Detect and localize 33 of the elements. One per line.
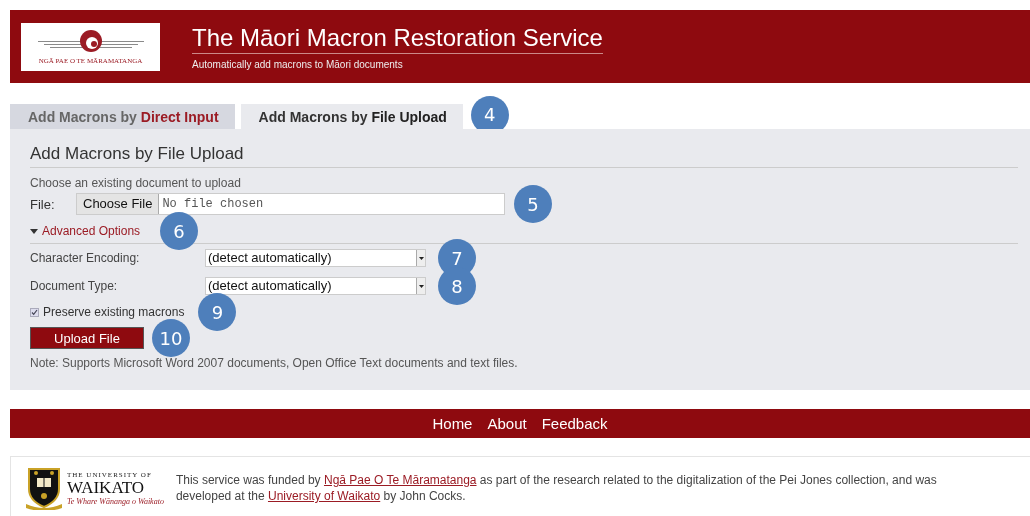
advanced-options-toggle[interactable]: Advanced Options: [30, 224, 141, 238]
dropdown-arrow-icon: [418, 284, 424, 288]
site-subtitle: Automatically add macrons to Māori documents: [192, 58, 404, 70]
callout-badge: 5: [514, 185, 552, 223]
callout-badge: 6: [160, 212, 199, 250]
upload-button[interactable]: Upload File: [30, 327, 144, 349]
dropdown[interactable]: (detect automatically): [205, 249, 426, 267]
select-label: Document Type:: [30, 279, 119, 293]
logo-text: WAIKATO: [67, 478, 146, 497]
link[interactable]: Ngā Pae O Te Māramatanga: [323, 473, 477, 487]
logo-icon: [35, 28, 146, 55]
crest-icon: [25, 466, 63, 510]
form-hint: Choose an existing document to upload: [30, 176, 242, 190]
callout-badge: 10: [152, 319, 190, 357]
dropdown[interactable]: (detect automatically): [205, 277, 426, 295]
callout-badge: 9: [198, 293, 237, 331]
note-text: Note: Supports Microsoft Word 2007 documents, Open Office Text documents and text files.: [30, 356, 519, 370]
link[interactable]: University of Waikato: [267, 489, 381, 503]
checkbox-label: Preserve existing macrons: [43, 305, 185, 319]
checkbox[interactable]: [30, 307, 39, 317]
nav-link[interactable]: Home: [432, 415, 473, 432]
logo-motto: Te Whare Wānanga o Waikato: [67, 496, 164, 506]
select-label: Character Encoding:: [30, 251, 141, 265]
nav-link[interactable]: Feedback: [541, 415, 608, 432]
form-heading: Add Macrons by File Upload: [30, 129, 1018, 168]
tab[interactable]: Add Macrons by Direct Input: [10, 104, 235, 129]
credit-text: This service was funded by Ngā Pae O Te Māramatanga as part of the research related to the digitalization of the Pei Jones collection, and was developed at the University of Waikato by John Cocks.: [175, 472, 938, 504]
tab[interactable]: Add Macrons by File Upload: [240, 104, 463, 129]
site-title: The Māori Macron Restoration Service: [192, 23, 603, 54]
dropdown-arrow-icon: [418, 256, 424, 260]
file-label: File:: [30, 196, 56, 212]
file-input[interactable]: Choose File No file chosen: [76, 193, 505, 215]
nav-link[interactable]: About: [487, 415, 527, 432]
